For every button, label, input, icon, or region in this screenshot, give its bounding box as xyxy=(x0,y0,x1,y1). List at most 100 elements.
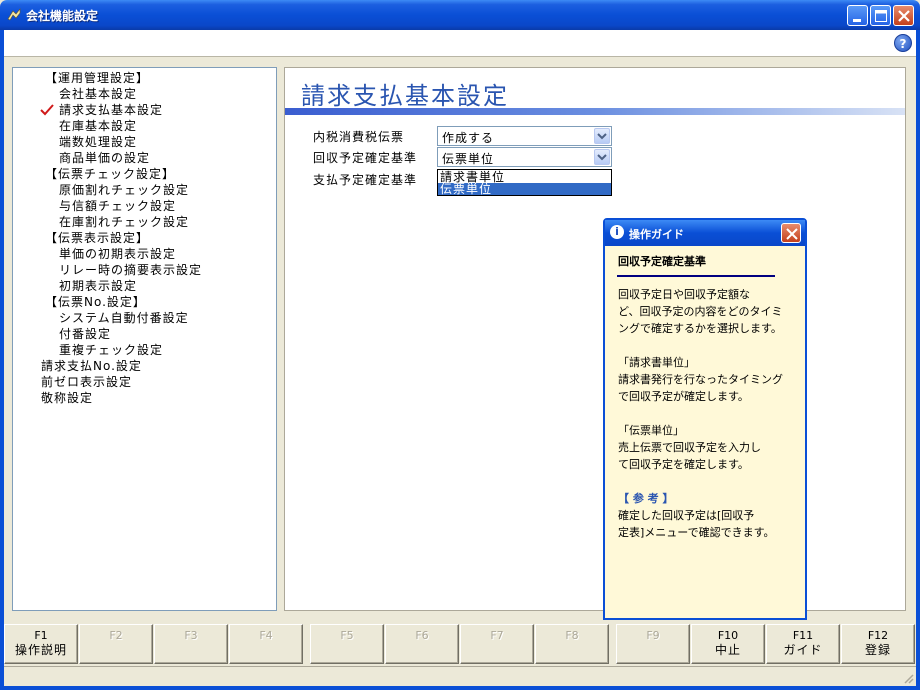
collection-basis-value: 伝票単位 xyxy=(442,152,495,166)
f5-key-number: F5 xyxy=(340,629,354,642)
f1-key-label: 操作説明 xyxy=(14,643,67,657)
close-icon xyxy=(786,228,798,240)
tree-item-relay-summary[interactable]: リレー時の摘要表示設定 xyxy=(59,262,202,278)
operation-guide-panel: i 操作ガイド 回収予定確定基準 回収予定日や回収予定額な ど、回収予定の内容を… xyxy=(603,218,807,620)
tree-item-initial-display[interactable]: 初期表示設定 xyxy=(59,278,137,294)
chevron-down-icon[interactable] xyxy=(594,128,610,144)
f9-button: F9 xyxy=(616,624,690,664)
guide-close-button[interactable] xyxy=(781,223,801,243)
f10-key-number: F10 xyxy=(717,629,739,642)
window-frame-left xyxy=(0,30,4,690)
guide-divider xyxy=(617,275,775,277)
tree-item-rounding[interactable]: 端数処理設定 xyxy=(59,134,137,150)
f11-guide-button[interactable]: F11 ガイド xyxy=(766,624,840,664)
f2-key-number: F2 xyxy=(109,629,123,642)
tree-group-slip-display[interactable]: 【伝票表示設定】 xyxy=(45,230,149,246)
title-bar: 会社機能設定 xyxy=(0,0,920,30)
collection-basis-dropdown: 請求書単位 伝票単位 xyxy=(437,169,612,196)
collection-basis-select[interactable]: 伝票単位 xyxy=(437,147,612,167)
close-button[interactable] xyxy=(893,5,914,26)
f12-register-button[interactable]: F12 登録 xyxy=(841,624,915,664)
minimize-icon xyxy=(853,19,861,22)
checkmark-icon xyxy=(40,104,54,116)
title-underline xyxy=(285,108,905,115)
f10-cancel-button[interactable]: F10 中止 xyxy=(691,624,765,664)
field-label-payment-basis: 支払予定確定基準 xyxy=(313,173,418,187)
help-icon[interactable]: ? xyxy=(894,34,912,52)
guide-line: て回収予定を確定します。 xyxy=(618,458,749,471)
tree-item-billing-no[interactable]: 請求支払No.設定 xyxy=(41,358,142,374)
tree-item-cost-check[interactable]: 原価割れチェック設定 xyxy=(59,182,189,198)
guide-reference-heading: 【 参 考 】 xyxy=(618,492,674,505)
guide-line: 確定した回収予定は[回収予 xyxy=(618,509,755,522)
app-icon xyxy=(7,8,21,21)
tree-item-numbering[interactable]: 付番設定 xyxy=(59,326,111,342)
f8-button: F8 xyxy=(535,624,609,664)
tax-slip-select[interactable]: 作成する xyxy=(437,126,612,146)
maximize-button[interactable] xyxy=(870,5,891,26)
f12-key-label: 登録 xyxy=(864,643,891,657)
window-frame-right xyxy=(916,30,920,690)
guide-line: 回収予定日や回収予定額な xyxy=(618,288,750,301)
tree-item-company-basic[interactable]: 会社基本設定 xyxy=(59,86,137,102)
f7-button: F7 xyxy=(460,624,534,664)
tree-item-stock-basic[interactable]: 在庫基本設定 xyxy=(59,118,137,134)
guide-line: 「請求書単位」 xyxy=(618,356,695,369)
f1-button[interactable]: F1 操作説明 xyxy=(4,624,78,664)
tree-item-billing-basic[interactable]: 請求支払基本設定 xyxy=(59,102,163,118)
tree-item-price-initial[interactable]: 単価の初期表示設定 xyxy=(59,246,176,262)
close-icon xyxy=(898,10,910,22)
info-icon: i xyxy=(610,225,624,239)
f9-key-number: F9 xyxy=(646,629,660,642)
guide-title: 操作ガイド xyxy=(629,228,684,241)
f5-button: F5 xyxy=(310,624,384,664)
guide-line: で回収予定が確定します。 xyxy=(618,390,749,403)
field-label-tax-slip: 内税消費税伝票 xyxy=(313,130,405,144)
f2-button: F2 xyxy=(79,624,153,664)
tree-item-credit-check[interactable]: 与信額チェック設定 xyxy=(59,198,176,214)
tree-item-stock-check[interactable]: 在庫割れチェック設定 xyxy=(59,214,189,230)
settings-content: 請求支払基本設定 内税消費税伝票 作成する 回収予定確定基準 伝票単位 支払予定… xyxy=(284,67,906,611)
tax-slip-value: 作成する xyxy=(442,131,495,145)
guide-line: ングで確定するかを選択します。 xyxy=(618,322,782,335)
f4-button: F4 xyxy=(229,624,303,664)
f3-key-number: F3 xyxy=(184,629,198,642)
f8-key-number: F8 xyxy=(565,629,579,642)
resize-grip-icon[interactable] xyxy=(902,672,914,684)
f11-key-number: F11 xyxy=(792,629,814,642)
settings-tree: 【運用管理設定】 会社基本設定 請求支払基本設定 在庫基本設定 端数処理設定 商… xyxy=(12,67,277,611)
guide-line: 定表]メニューで確認できます。 xyxy=(618,526,775,539)
f3-button: F3 xyxy=(154,624,228,664)
help-bar: ? xyxy=(4,30,916,57)
guide-header: i 操作ガイド xyxy=(605,220,805,246)
guide-subtitle: 回収予定確定基準 xyxy=(618,255,706,268)
f6-key-number: F6 xyxy=(415,629,429,642)
tree-group-slip-check[interactable]: 【伝票チェック設定】 xyxy=(45,166,175,182)
tree-item-duplicate-check[interactable]: 重複チェック設定 xyxy=(59,342,163,358)
maximize-icon xyxy=(875,10,887,22)
tree-item-unit-price[interactable]: 商品単価の設定 xyxy=(59,150,150,166)
tree-group-operation[interactable]: 【運用管理設定】 xyxy=(45,70,149,86)
tree-item-honorific[interactable]: 敬称設定 xyxy=(41,390,93,406)
f12-key-number: F12 xyxy=(867,629,889,642)
guide-line: 「伝票単位」 xyxy=(618,424,684,437)
guide-line: 請求書発行を行なったタイミング xyxy=(618,373,783,386)
f11-key-label: ガイド xyxy=(783,643,823,657)
f4-key-number: F4 xyxy=(259,629,273,642)
f10-key-label: 中止 xyxy=(714,643,741,657)
chevron-down-icon[interactable] xyxy=(594,149,610,165)
guide-line: 売上伝票で回収予定を入力し xyxy=(618,441,761,454)
status-bar xyxy=(4,666,916,686)
tree-group-slip-no[interactable]: 【伝票No.設定】 xyxy=(45,294,146,310)
window-frame-bottom xyxy=(0,686,920,690)
f7-key-number: F7 xyxy=(490,629,504,642)
dropdown-option-slip-unit[interactable]: 伝票単位 xyxy=(438,183,611,195)
f1-key-number: F1 xyxy=(34,629,48,642)
minimize-button[interactable] xyxy=(847,5,868,26)
f6-button: F6 xyxy=(385,624,459,664)
field-label-collection-basis: 回収予定確定基準 xyxy=(313,151,418,165)
page-title: 請求支払基本設定 xyxy=(301,82,509,110)
tree-item-auto-numbering[interactable]: システム自動付番設定 xyxy=(59,310,189,326)
guide-line: ど、回収予定の内容をどのタイミ xyxy=(618,305,783,318)
tree-item-zero-padding[interactable]: 前ゼロ表示設定 xyxy=(41,374,132,390)
